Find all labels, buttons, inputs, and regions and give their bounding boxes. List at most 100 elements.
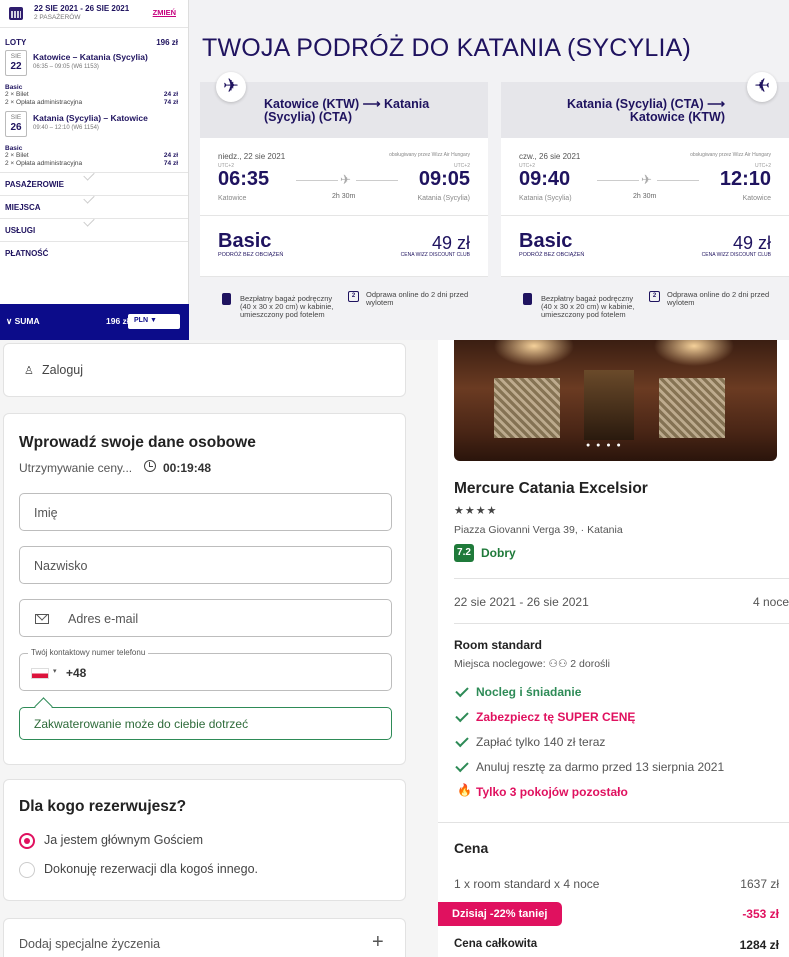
hotel-photo[interactable]: ● ● ● ● [454,340,777,461]
fare-ticket: 2 × Bilet [5,91,29,98]
last-name-field[interactable]: Nazwisko [19,546,392,584]
hotel-name: Mercure Catania Excelsior [454,480,648,497]
page-root: 22 SIE 2021 - 26 SIE 2021 2 PASAŻERÓW ZM… [0,0,789,957]
flight-card-return: ✈ Katania (Sycylia) (CTA) ⟶ Katowice (KT… [501,72,789,340]
route-line [296,180,338,181]
section-payment[interactable]: PŁATNOŚĆ [0,241,188,264]
flights-label: LOTY [5,38,27,47]
divider [438,822,789,823]
fare-benefits: Bezpłatny bagaż podręczny (40 x 30 x 20 … [200,276,488,340]
login-panel[interactable]: ♙ Zaloguj [3,343,406,397]
arrival-city: Katowice [742,195,771,202]
leg-day: 22 [10,61,22,72]
room-occupancy: Miejsca noclegowe: ⚇⚇ 2 dorośli [454,658,610,670]
route-line-2: (Sycylia) (CTA) [264,110,352,124]
flight-day: czw., 26 sie 2021 [519,152,581,161]
price-hold-label: Utrzymywanie ceny... [19,461,133,475]
section-seats[interactable]: MIEJSCA [0,192,188,218]
booking-sidebar: 22 SIE 2021 - 26 SIE 2021 2 PASAŻERÓW ZM… [0,0,189,340]
feature-item: Anuluj resztę za darmo przed 13 sierpnia… [476,760,725,774]
review-score-badge: 7.2 [454,544,474,562]
scarcity-notice: Tylko 3 pokojów pozostało [476,785,628,799]
flight-day: niedz., 22 sie 2021 [218,152,286,161]
leg-title: Katowice – Katania (Sycylia) [33,52,148,62]
discount-club-label: CENA WIZZ DISCOUNT CLUB [400,252,470,258]
stay-dates: 22 sie 2021 - 26 sie 2021 [454,595,589,609]
first-name-field[interactable]: Imię [19,493,392,531]
departure-city: Katowice [218,195,247,202]
benefit-bag: Bezpłatny bagaż podręczny (40 x 30 x 20 … [541,294,635,319]
flight-duration: 2h 30m [633,193,657,200]
flight-leg-return: SIE 26 Katania (Sycylia) – Katowice 09:4… [0,111,188,141]
arrival-time: 12:10 [719,168,771,190]
currency-select[interactable]: PLN ▼ [128,314,180,329]
chevron-down-icon[interactable]: ▾ [53,667,57,675]
booking-for-panel: Dla kogo rezerwujesz? Ja jestem głównym … [3,779,406,901]
phone-country-code: +48 [66,666,87,680]
feature-item: Zabezpiecz tę SUPER CENĘ [476,710,636,724]
route-line [356,180,398,181]
departure-time: 06:35 [218,168,270,190]
sum-label: ∨ SUMA [6,316,40,326]
discount-value: -353 zł [742,907,779,921]
fare-ticket-amount: 24 zł [163,91,178,98]
booking-for-title: Dla kogo rezerwujesz? [19,798,187,815]
change-dates-link[interactable]: ZMIEŃ [153,8,176,17]
flight-card-outbound: ✈ Katowice (KTW) ⟶ Katania (Sycylia) (CT… [200,72,488,340]
total-label: Cena całkowita [454,938,538,950]
hotel-address: Piazza Giovanni Verga 39, · Katania [454,524,623,536]
discount-badge: Dzisiaj -22% taniej [438,902,562,926]
price-hold-timer: 00:19:48 [163,461,212,475]
clock-icon [144,460,156,472]
divider [454,578,789,579]
total-sum-bar[interactable]: ∨ SUMA 196 zł PLN ▼ [0,304,189,340]
divider [200,215,488,216]
poland-flag-icon[interactable] [31,668,49,679]
room-type: Room standard [454,638,543,652]
flight-card-header: ✈ Katowice (KTW) ⟶ Katania (Sycylia) (CT… [200,72,488,138]
radio-main-guest[interactable] [19,833,35,849]
email-placeholder: Adres e-mail [68,612,139,626]
personal-details-title: Wprowadź swoje dane osobowe [19,434,256,451]
fare-subtitle: PODRÓŻ BEZ OBCIĄŻEŃ [519,252,585,258]
fare-admin-fee: 2 × Opłata administracyjna [5,160,83,167]
trip-title: TWOJA PODRÓŻ DO KATANIA (SYCYLIA) [202,34,692,62]
phone-tooltip-text: Zakwaterowanie może do ciebie dotrzeć [34,717,249,731]
fare-benefits: Bezpłatny bagaż podręczny (40 x 30 x 20 … [501,276,789,340]
fare-admin-fee: 2 × Opłata administracyjna [5,99,83,106]
user-icon: ♙ [24,365,34,377]
fare-ticket: 2 × Bilet [5,152,29,159]
flights-header[interactable]: LOTY 196 zł [0,28,188,50]
calendar-icon: 2 [649,291,660,302]
discount-club-label: CENA WIZZ DISCOUNT CLUB [701,252,771,258]
section-label: USŁUGI [5,226,36,235]
operated-by: obsługiwany przez Wizz Air Hungary [690,152,771,158]
radio-main-guest-label[interactable]: Ja jestem głównym Gościem [44,833,203,847]
radio-someone-else-label[interactable]: Dokonuję rezerwacji dla kogoś innego. [44,862,258,876]
fare-name: Basic [218,230,272,252]
fare-admin-fee-amount: 74 zł [163,99,178,106]
bag-icon [523,293,532,305]
login-link[interactable]: Zaloguj [42,363,83,377]
benefit-checkin: Odprawa online do 2 dni przed wylotem [667,290,770,307]
radio-someone-else[interactable] [19,862,35,878]
fare-price: 49 zł [732,233,771,253]
plus-icon[interactable]: + [372,931,384,954]
photo-decor [659,378,725,438]
section-services[interactable]: USŁUGI [0,215,188,241]
fare-name: Basic [5,145,23,152]
photo-carousel-dots[interactable]: ● ● ● ● [586,442,623,449]
special-requests-label: Dodaj specjalne życzenia [19,937,161,951]
last-name-placeholder: Nazwisko [34,559,88,573]
phone-field[interactable]: Twój kontaktowy numer telefonu ▾ +48 [19,648,392,691]
first-name-placeholder: Imię [34,506,58,520]
leg-date-box: SIE 26 [5,111,27,137]
total-value: 1284 zł [739,938,779,952]
flights-total: 196 zł [156,38,178,47]
section-passengers[interactable]: PASAŻEROWIE [0,169,188,195]
price-title: Cena [454,840,489,856]
price-line-label: 1 x room standard x 4 noce [454,877,600,891]
email-field[interactable]: Adres e-mail [19,599,392,637]
special-requests-panel[interactable]: Dodaj specjalne życzenia + [3,918,406,957]
airplane-icon: ✈ [340,172,351,187]
